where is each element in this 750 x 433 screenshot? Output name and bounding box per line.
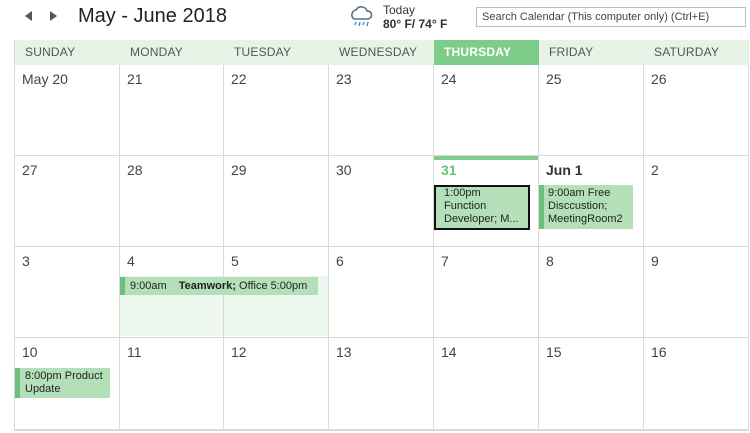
day-number: 13 bbox=[336, 344, 352, 360]
weather-temperature: 80° F/ 74° F bbox=[383, 17, 448, 31]
day-cell[interactable]: 7 bbox=[434, 247, 539, 338]
event-time-title: 9:00am Free bbox=[548, 187, 611, 199]
event-color-stripe bbox=[15, 368, 20, 398]
day-cell[interactable]: 22 bbox=[224, 65, 329, 156]
day-number: 24 bbox=[441, 71, 457, 87]
day-number: May 20 bbox=[22, 71, 68, 87]
day-cell[interactable]: 6 bbox=[329, 247, 434, 338]
day-cell[interactable]: 24 bbox=[434, 65, 539, 156]
day-number: 27 bbox=[22, 162, 38, 178]
day-cell[interactable]: 11 bbox=[120, 338, 224, 430]
weather-day-label: Today bbox=[383, 3, 416, 17]
event-time-title: 8:00pm Product bbox=[25, 370, 103, 382]
weekday-sunday: SUNDAY bbox=[25, 45, 76, 59]
triangle-right-icon bbox=[50, 11, 57, 21]
day-number: 11 bbox=[127, 344, 142, 360]
day-cell[interactable]: 15 bbox=[539, 338, 644, 430]
day-number: 15 bbox=[546, 344, 562, 360]
day-cell[interactable]: 8 bbox=[539, 247, 644, 338]
day-number: 29 bbox=[231, 162, 247, 178]
event-time: 1:00pm bbox=[444, 187, 481, 199]
day-cell[interactable]: 25 bbox=[539, 65, 644, 156]
day-number: 30 bbox=[336, 162, 352, 178]
today-indicator-bar bbox=[434, 156, 538, 160]
rain-cloud-icon bbox=[351, 6, 373, 27]
event-product-update-text: 8:00pm Product Update bbox=[25, 370, 107, 396]
event-color-stripe bbox=[120, 277, 125, 295]
search-calendar-input[interactable] bbox=[476, 7, 746, 27]
previous-arrow-icon[interactable] bbox=[22, 10, 36, 26]
day-number: 3 bbox=[22, 253, 30, 269]
day-number: 28 bbox=[127, 162, 143, 178]
event-title: Function bbox=[444, 200, 487, 212]
event-location: Office bbox=[239, 280, 268, 292]
day-number: 6 bbox=[336, 253, 344, 269]
event-function[interactable]: 1:00pm Function Developer; M... bbox=[434, 185, 530, 230]
day-number: 26 bbox=[651, 71, 667, 87]
day-cell[interactable]: May 20 bbox=[15, 65, 120, 156]
triangle-left-icon bbox=[25, 11, 32, 21]
weekday-thursday-today: THURSDAY bbox=[434, 40, 539, 65]
day-cell[interactable]: 29 bbox=[224, 156, 329, 247]
day-cell[interactable]: 9 bbox=[644, 247, 749, 338]
weekday-friday: FRIDAY bbox=[549, 45, 594, 59]
day-number: Jun 1 bbox=[546, 162, 583, 178]
event-title: Teamwork; bbox=[178, 280, 236, 292]
today-day-number: 31 bbox=[441, 162, 457, 178]
day-cell[interactable]: Jun 1 9:00am Free Disccustion; MeetingRo… bbox=[539, 156, 644, 247]
day-number: 14 bbox=[441, 344, 457, 360]
day-number: 22 bbox=[231, 71, 247, 87]
event-teamwork[interactable]: 9:00am Teamwork; Office 5:00pm bbox=[120, 277, 318, 295]
calendar-toolbar: May - June 2018 Today 80° F/ 74° F bbox=[0, 0, 750, 40]
event-location: Developer; M... bbox=[444, 213, 519, 225]
day-cell[interactable]: 2 bbox=[644, 156, 749, 247]
day-number: 4 bbox=[127, 253, 135, 269]
day-cell[interactable]: 23 bbox=[329, 65, 434, 156]
day-cell[interactable]: 14 bbox=[434, 338, 539, 430]
event-location: MeetingRoom2 bbox=[548, 213, 623, 225]
event-color-stripe bbox=[539, 185, 544, 229]
day-number: 5 bbox=[231, 253, 239, 269]
weekday-monday: MONDAY bbox=[130, 45, 183, 59]
day-cell[interactable]: 16 bbox=[644, 338, 749, 430]
day-number: 7 bbox=[441, 253, 449, 269]
day-cell[interactable]: 21 bbox=[120, 65, 224, 156]
day-cell[interactable]: 3 bbox=[15, 247, 120, 338]
month-calendar-grid: SUNDAY MONDAY TUESDAY WEDNESDAY THURSDAY… bbox=[14, 40, 749, 431]
event-free-discussion[interactable]: 9:00am Free Disccustion; MeetingRoom2 bbox=[539, 185, 633, 229]
day-number: 25 bbox=[546, 71, 562, 87]
event-function-text: 1:00pm Function Developer; M... bbox=[444, 187, 525, 226]
day-cell[interactable]: 30 bbox=[329, 156, 434, 247]
day-cell[interactable]: 12 bbox=[224, 338, 329, 430]
day-cell[interactable]: 27 bbox=[15, 156, 120, 247]
weekday-saturday: SATURDAY bbox=[654, 45, 720, 59]
weekday-wednesday: WEDNESDAY bbox=[339, 45, 418, 59]
event-free-discussion-text: 9:00am Free Disccustion; MeetingRoom2 bbox=[548, 187, 630, 226]
day-cell[interactable]: 28 bbox=[120, 156, 224, 247]
day-cell[interactable]: 13 bbox=[329, 338, 434, 430]
today-cell[interactable]: 31 1:00pm Function Developer; M... bbox=[434, 156, 539, 247]
next-arrow-icon[interactable] bbox=[46, 10, 60, 26]
weekday-tuesday: TUESDAY bbox=[234, 45, 292, 59]
day-number: 23 bbox=[336, 71, 352, 87]
day-number: 2 bbox=[651, 162, 659, 178]
day-number: 8 bbox=[546, 253, 554, 269]
event-title: Disccustion; bbox=[548, 200, 608, 212]
day-number: 10 bbox=[22, 344, 38, 360]
event-title: Update bbox=[25, 383, 61, 395]
day-number: 21 bbox=[127, 71, 143, 87]
weekday-header-row: SUNDAY MONDAY TUESDAY WEDNESDAY THURSDAY… bbox=[15, 40, 749, 65]
calendar-title: May - June 2018 bbox=[78, 5, 227, 27]
event-product-update[interactable]: 8:00pm Product Update bbox=[15, 368, 110, 398]
event-start-time: 9:00am bbox=[130, 280, 167, 292]
day-number: 12 bbox=[231, 344, 247, 360]
day-cell[interactable]: 26 bbox=[644, 65, 749, 156]
day-number: 16 bbox=[651, 344, 667, 360]
day-number: 9 bbox=[651, 253, 659, 269]
event-teamwork-text: 9:00am Teamwork; Office 5:00pm bbox=[130, 280, 315, 293]
day-cell[interactable]: 10 8:00pm Product Update bbox=[15, 338, 120, 430]
event-end-time: 5:00pm bbox=[270, 280, 308, 292]
